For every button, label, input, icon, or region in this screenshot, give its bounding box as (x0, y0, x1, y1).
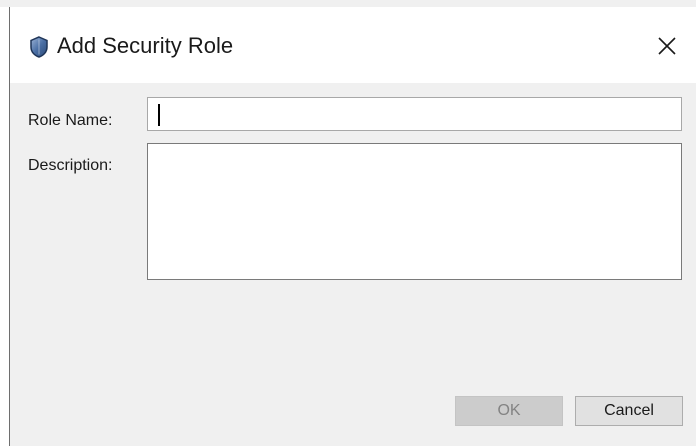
dialog-titlebar[interactable]: Add Security Role (10, 7, 696, 83)
role-name-label: Role Name: (28, 112, 113, 129)
text-caret (158, 104, 160, 126)
background-strip (0, 0, 696, 7)
screen: Add Security Role Role Name: Description… (0, 0, 696, 446)
description-textarea[interactable] (147, 143, 682, 280)
description-label: Description: (28, 157, 113, 174)
role-name-input[interactable] (147, 97, 682, 131)
close-icon (658, 37, 676, 55)
add-security-role-dialog: Add Security Role Role Name: Description… (9, 7, 696, 446)
close-button[interactable] (650, 29, 684, 63)
shield-icon (29, 36, 49, 58)
cancel-button[interactable]: Cancel (575, 396, 683, 426)
dialog-title: Add Security Role (57, 33, 234, 58)
ok-button[interactable]: OK (455, 396, 563, 426)
